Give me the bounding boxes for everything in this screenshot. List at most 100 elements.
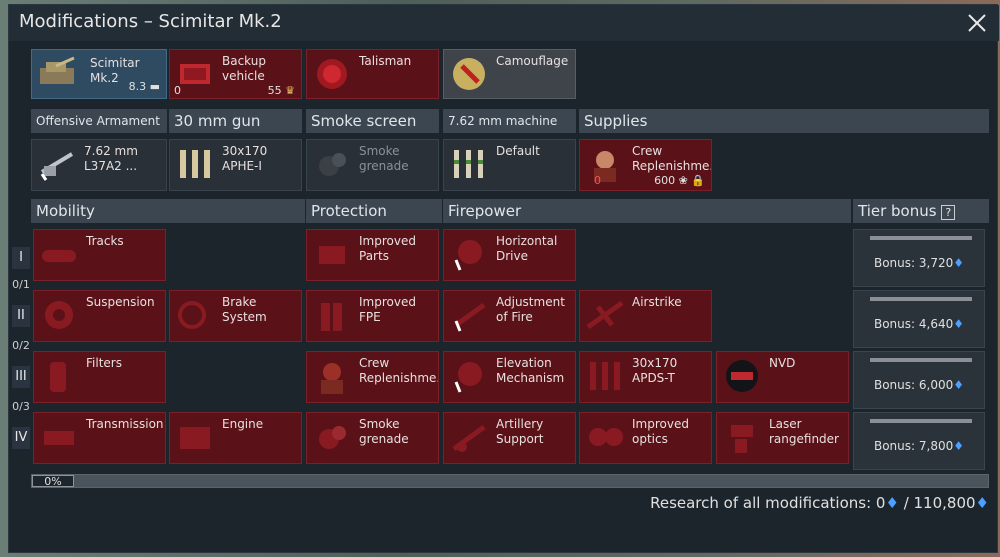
mod-improved-fpe[interactable]: Improved FPE: [306, 290, 439, 342]
mod-laser-rangefinder[interactable]: Laser rangefinder: [716, 412, 849, 464]
supply-card-crew[interactable]: Crew Replenishme... 0 600 ❀ 🔒: [579, 139, 712, 191]
weapon-label-smoke: Smoke grenade: [359, 144, 409, 173]
talisman-label: Talisman: [359, 54, 412, 68]
artillery-icon: [448, 419, 490, 455]
supply-label-crew: Crew Replenishme...: [632, 144, 712, 173]
backup-cost: 55 ♛: [267, 84, 295, 97]
transmission-icon: [38, 419, 80, 455]
header-firepower: Firepower: [443, 199, 851, 223]
research-progress-bar: 0%: [31, 474, 989, 488]
research-point-icon: ♦: [975, 494, 989, 512]
mod-horizontal-drive[interactable]: Horizontal Drive: [443, 229, 576, 281]
mod-transmission[interactable]: Transmission: [33, 412, 166, 464]
mod-elevation-mechanism[interactable]: Elevation Mechanism: [443, 351, 576, 403]
mod-improved-parts[interactable]: Improved Parts: [306, 229, 439, 281]
mod-artillery-support[interactable]: Artillery Support: [443, 412, 576, 464]
rangefinder-icon: [721, 419, 763, 455]
mod-filters[interactable]: Filters: [33, 351, 166, 403]
tracks-icon: [38, 236, 80, 272]
tank-icon: [36, 56, 78, 92]
crew-member-icon: [584, 146, 626, 182]
tier-bonus-IV: Bonus: 7,800♦: [853, 412, 985, 470]
header-machine-gun: 7.62 mm machine gun: [443, 109, 576, 152]
brake-icon: [174, 297, 216, 333]
night-vision-icon: [721, 358, 763, 394]
help-icon[interactable]: ?: [941, 205, 956, 220]
tier-III: III: [12, 366, 30, 388]
weapon-card-smoke[interactable]: Smoke grenade: [306, 139, 439, 191]
tier-IV: IV: [12, 427, 30, 449]
bonus-progress-bar: [870, 419, 972, 423]
mod-tracks[interactable]: Tracks: [33, 229, 166, 281]
lock-icon: 🔒: [691, 174, 705, 187]
ammo-shells-icon: [174, 146, 216, 182]
mod-crew-replenishment[interactable]: Crew Replenishme...: [306, 351, 439, 403]
filter-icon: [38, 358, 80, 394]
ammo-shells-icon: [584, 358, 626, 394]
bonus-progress-bar: [870, 236, 972, 240]
header-mobility: Mobility: [31, 199, 305, 223]
bonus-progress-bar: [870, 358, 972, 362]
vehicle-br: 8.3 ▬: [128, 80, 160, 93]
weapon-label-30mm: 30x170 APHE-I: [222, 144, 268, 173]
tier-progress-II: 0/2: [12, 339, 30, 352]
supply-cost: 600 ❀ 🔒: [654, 174, 705, 187]
gear-wrench-icon: [448, 236, 490, 272]
weapon-card-30mm[interactable]: 30x170 APHE-I: [169, 139, 302, 191]
bonus-progress-bar: [870, 297, 972, 301]
weapon-card-mg[interactable]: 7.62 mm L37A2 ...: [31, 139, 167, 191]
mod-airstrike[interactable]: Airstrike: [579, 290, 712, 342]
vehicle-card[interactable]: Scimitar Mk.2 8.3 ▬: [31, 49, 167, 99]
mod-engine[interactable]: Engine: [169, 412, 302, 464]
bonus-text: Bonus: 6,000♦: [873, 378, 964, 392]
research-total: Research of all modifications: 0♦ / 110,…: [650, 494, 989, 512]
backup-vehicle-label: Backup vehicle: [222, 54, 266, 83]
artillery-wrench-icon: [448, 297, 490, 333]
camouflage-card[interactable]: Camouflage: [443, 49, 576, 99]
header-supplies: Supplies: [579, 109, 989, 133]
weapon-card-default[interactable]: Default: [443, 139, 576, 191]
backup-vehicle-card[interactable]: Backup vehicle 0 55 ♛: [169, 49, 302, 99]
supply-count: 0: [594, 174, 601, 187]
machine-gun-icon: [36, 146, 78, 182]
tier-II: II: [12, 305, 30, 327]
mod-improved-optics[interactable]: Improved optics: [579, 412, 712, 464]
tier-progress-III: 0/3: [12, 400, 30, 413]
header-30mm-gun: 30 mm gun: [169, 109, 302, 133]
mod-nvd[interactable]: NVD: [716, 351, 849, 403]
tier-I: I: [12, 247, 30, 269]
mod-apds[interactable]: 30x170 APDS-T: [579, 351, 712, 403]
header-offensive-armament: Offensive Armament: [31, 109, 167, 133]
bonus-text: Bonus: 7,800♦: [873, 439, 964, 453]
camouflage-icon: [448, 56, 490, 92]
title-bar: Modifications – Scimitar Mk.2: [9, 5, 999, 41]
weapon-label-mg: 7.62 mm L37A2 ...: [84, 144, 138, 173]
parts-icon: [311, 236, 353, 272]
research-percent: 0%: [32, 475, 74, 488]
mod-adjustment-of-fire[interactable]: Adjustment of Fire: [443, 290, 576, 342]
header-tier-bonus: Tier bonus ?: [853, 199, 989, 223]
tier-bonus-III: Bonus: 6,000♦: [853, 351, 985, 409]
header-smoke-screen: Smoke screen: [306, 109, 439, 133]
tier-bonus-I: Bonus: 3,720♦: [853, 229, 985, 287]
talisman-icon: [311, 56, 353, 92]
elevation-wrench-icon: [448, 358, 490, 394]
header-protection: Protection: [306, 199, 442, 223]
crew-member-icon: [311, 358, 353, 394]
weapon-label-default: Default: [496, 144, 540, 158]
talisman-card[interactable]: Talisman: [306, 49, 439, 99]
mod-suspension[interactable]: Suspension: [33, 290, 166, 342]
mod-brake-system[interactable]: Brake System: [169, 290, 302, 342]
engine-icon: [174, 419, 216, 455]
backup-count: 0: [174, 84, 181, 97]
close-icon[interactable]: [965, 11, 989, 35]
optics-icon: [584, 419, 626, 455]
tier-progress-I: 0/1: [12, 278, 30, 291]
smoke-grenade-icon: [311, 146, 353, 182]
mod-smoke-grenade[interactable]: Smoke grenade: [306, 412, 439, 464]
modifications-window: Modifications – Scimitar Mk.2 Scimitar M…: [8, 4, 999, 553]
camouflage-label: Camouflage: [496, 54, 569, 68]
research-point-icon: ♦: [885, 494, 899, 512]
tier-bonus-II: Bonus: 4,640♦: [853, 290, 985, 348]
smoke-grenade-icon: [311, 419, 353, 455]
